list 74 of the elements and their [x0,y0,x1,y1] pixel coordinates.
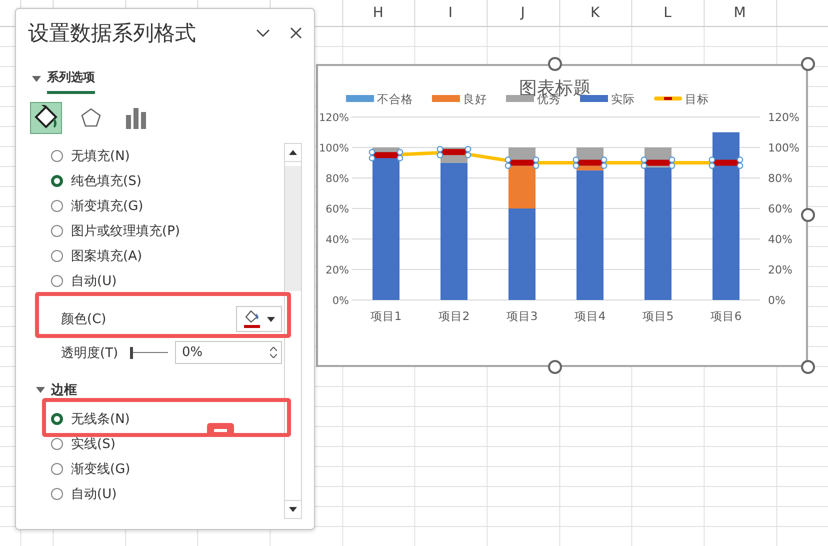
column-header[interactable]: J [486,0,559,26]
axis-label: 0% [768,294,786,307]
transparency-slider[interactable] [130,346,168,358]
category-label: 项目6 [710,309,742,323]
radio-option[interactable]: 无填充(N) [16,146,282,164]
radio-option[interactable]: 图片或纹理填充(P) [16,222,282,240]
radio-button[interactable] [51,488,63,500]
radio-option[interactable]: 图案填充(A) [16,246,282,264]
column-header[interactable]: L [631,0,704,26]
radio-button[interactable] [51,274,63,286]
axis-label: 20% [326,264,349,276]
radio-option[interactable]: 纯色填充(S) [16,172,282,190]
axis-label: 60% [768,202,792,216]
scrollbar[interactable] [284,143,302,519]
axis-label: 100% [768,142,800,154]
resize-handle[interactable] [548,57,562,71]
resize-handle[interactable] [801,360,815,374]
column-header[interactable]: M [704,0,776,26]
close-icon[interactable] [290,27,302,39]
category-label: 项目3 [506,309,538,323]
section-header[interactable]: 边框 [51,381,77,399]
panel-title: 设置数据系列格式 [28,20,197,47]
axis-label: 20% [768,264,792,276]
icon-tab[interactable] [30,102,62,134]
column-header[interactable]: H [342,0,414,26]
radio-button[interactable] [51,250,63,262]
axis-label: 80% [768,172,792,185]
pentagon-icon [80,107,102,129]
legend-label: 实际 [611,92,635,106]
legend-label: 目标 [685,92,709,106]
axis-label: 60% [326,204,349,216]
bar-chart-icon [125,107,147,129]
caret-icon [267,316,275,322]
color-picker-button[interactable] [236,306,282,332]
radio-option[interactable]: 渐变填充(G) [16,196,282,214]
category-label: 项目1 [370,309,402,323]
paint-bucket-icon [34,105,58,131]
category-label: 项目2 [438,309,470,323]
radio-option[interactable]: 渐变线(G) [16,460,282,478]
radio-option[interactable]: 自动(U) [16,272,282,290]
category-label: 项目5 [642,309,674,323]
axis-label: 120% [768,111,800,124]
spin-down-icon[interactable] [270,354,277,358]
resize-handle[interactable] [548,360,562,374]
axis-label: 80% [326,173,349,185]
legend-label: 不合格 [377,92,413,106]
color-label: 颜色(C) [61,311,106,328]
column-header[interactable]: K [558,0,632,26]
chevron-down-icon[interactable] [256,28,270,38]
radio-button[interactable] [51,462,63,474]
radio-button[interactable] [51,200,63,212]
radio-button[interactable] [51,224,63,236]
axis-label: 100% [318,142,349,154]
axis-label: 0% [332,295,349,307]
axis-label: 120% [318,112,349,124]
resize-handle[interactable] [801,57,815,71]
legend-label: 良好 [463,92,487,106]
target-line[interactable] [368,146,744,169]
radio-button[interactable] [51,412,63,424]
radio-button[interactable] [51,150,63,162]
transparency-field[interactable]: 0% [175,341,282,364]
spin-up-icon[interactable] [270,347,277,351]
axis-label: 40% [326,234,349,246]
transparency-label: 透明度(T) [61,344,118,362]
caret-icon[interactable] [32,76,41,82]
radio-button[interactable] [51,174,63,186]
radio-button[interactable] [51,438,63,450]
radio-option[interactable]: 自动(U) [16,484,282,502]
resize-handle[interactable] [801,208,815,222]
column-header[interactable]: I [414,0,487,26]
category-label: 项目4 [574,309,606,323]
section-tab[interactable]: 系列选项 [47,69,95,94]
axis-label: 40% [768,233,792,246]
caret-icon[interactable] [36,387,45,393]
